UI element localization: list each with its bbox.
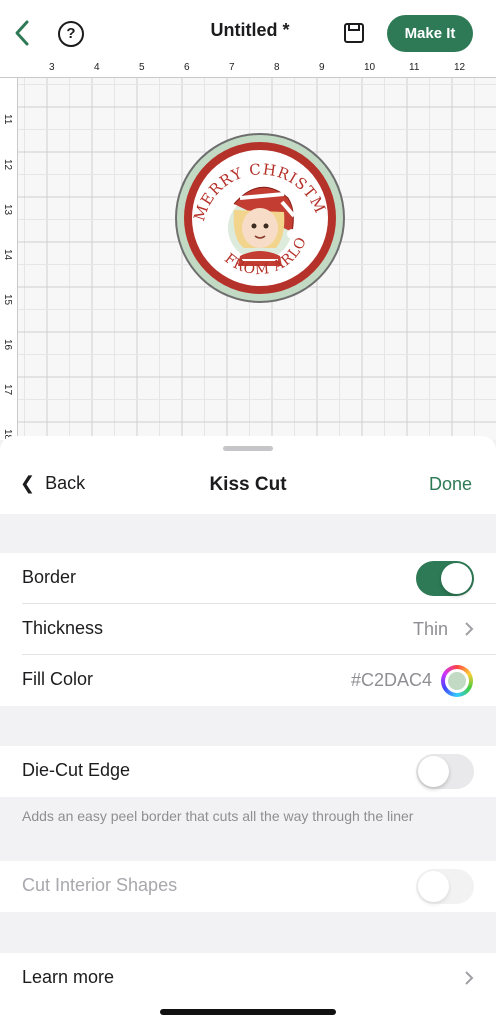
sheet-title: Kiss Cut	[209, 474, 287, 495]
thickness-row[interactable]: Thickness Thin	[22, 604, 496, 655]
die-cut-toggle[interactable]	[416, 754, 474, 789]
home-indicator[interactable]	[160, 1009, 336, 1015]
ruler-tick: 11	[2, 114, 13, 125]
done-button[interactable]: Done	[429, 474, 472, 495]
help-icon[interactable]: ?	[58, 21, 84, 47]
learn-more-row[interactable]: Learn more	[22, 953, 496, 1004]
ruler-tick: 3	[49, 62, 55, 73]
die-cut-description: Adds an easy peel border that cuts all t…	[22, 808, 414, 824]
ruler-tick: 16	[2, 339, 13, 351]
ruler-tick: 11	[409, 62, 420, 73]
cut-interior-toggle	[416, 869, 474, 904]
border-label: Border	[22, 567, 77, 587]
ruler-tick: 6	[184, 62, 190, 73]
back-label: Back	[45, 473, 86, 493]
interior-group: Cut Interior Shapes	[0, 861, 496, 912]
ruler-tick: 14	[2, 249, 13, 261]
back-button[interactable]: ❮ Back	[20, 473, 85, 494]
fill-color-row[interactable]: Fill Color #C2DAC4	[22, 655, 496, 706]
chevron-right-icon	[465, 971, 474, 985]
design-canvas[interactable]: 3 4 5 6 7 8 9 10 11 12 11 12 13 14 15 16…	[0, 62, 496, 440]
die-cut-group: Die-Cut Edge	[0, 746, 496, 797]
ruler-tick: 8	[274, 62, 280, 73]
ruler-tick: 9	[319, 62, 325, 73]
die-cut-row: Die-Cut Edge	[22, 746, 496, 797]
chevron-right-icon	[465, 622, 474, 636]
fill-color-label: Fill Color	[22, 669, 94, 689]
ruler-top: 3 4 5 6 7 8 9 10 11 12	[0, 62, 496, 78]
border-row: Border	[22, 553, 496, 604]
chevron-left-icon[interactable]	[12, 18, 32, 48]
chevron-left-icon: ❮	[20, 473, 36, 493]
kiss-cut-sheet: ❮ Back Kiss Cut Done Border Thickness Thi…	[0, 436, 496, 1024]
save-icon[interactable]	[343, 22, 365, 44]
learn-more-label: Learn more	[22, 967, 115, 987]
border-toggle[interactable]	[416, 561, 474, 596]
die-cut-label: Die-Cut Edge	[22, 760, 131, 780]
ruler-tick: 15	[2, 294, 13, 306]
ruler-tick: 5	[139, 62, 145, 73]
toggle-knob	[441, 563, 472, 594]
sheet-header: ❮ Back Kiss Cut Done	[0, 436, 496, 514]
ruler-tick: 7	[229, 62, 235, 73]
fill-color-hex: #C2DAC4	[350, 670, 432, 690]
sheet-grabber[interactable]	[223, 446, 273, 451]
ruler-left: 11 12 13 14 15 16 17 18	[0, 78, 18, 440]
toggle-knob	[418, 756, 449, 787]
ruler-tick: 4	[94, 62, 100, 73]
cut-interior-label: Cut Interior Shapes	[22, 875, 178, 895]
toggle-knob	[418, 871, 449, 902]
make-it-button[interactable]: Make It	[387, 15, 473, 52]
cut-interior-row: Cut Interior Shapes	[22, 861, 496, 912]
thickness-label: Thickness	[22, 618, 104, 638]
ruler-tick: 10	[364, 62, 376, 73]
ruler-tick: 13	[2, 204, 13, 216]
ruler-tick: 17	[2, 384, 13, 396]
color-picker-icon[interactable]	[441, 665, 473, 697]
christmas-sticker-image[interactable]: MERRY CHRISTMAS FROM ARLO	[174, 132, 346, 304]
border-settings-group: Border Thickness Thin Fill Color #C2DAC4	[0, 553, 496, 706]
ruler-tick: 12	[2, 159, 13, 171]
top-bar: ? Untitled * Make It	[0, 0, 496, 62]
ruler-tick: 12	[454, 62, 466, 73]
document-title: Untitled *	[210, 20, 290, 40]
thickness-value: Thin	[412, 619, 448, 639]
